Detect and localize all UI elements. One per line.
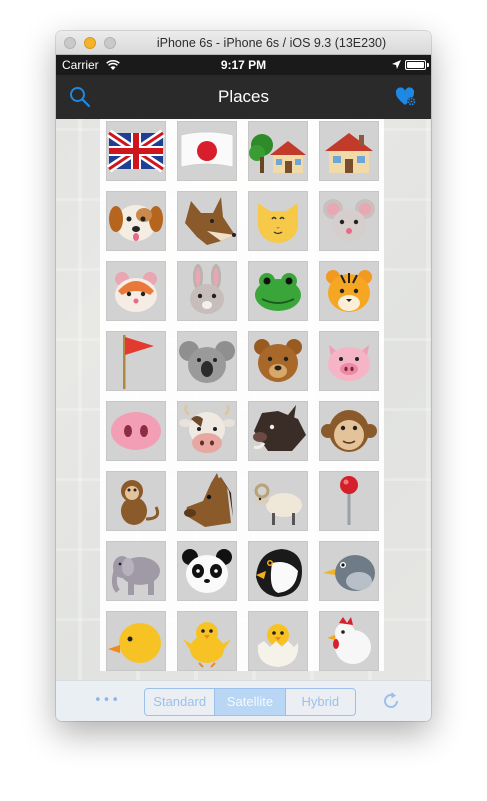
place-tile-koala-face[interactable] <box>177 331 237 391</box>
battery-level <box>407 62 424 68</box>
place-tile-dog-face[interactable] <box>106 191 166 251</box>
place-tile-cat-face[interactable] <box>248 191 308 251</box>
japan-flag-icon <box>180 131 234 168</box>
minimize-button[interactable] <box>84 37 96 49</box>
penguin-icon <box>256 549 302 597</box>
cat-face-icon <box>258 203 298 243</box>
place-tile-elephant[interactable] <box>106 541 166 601</box>
place-tile-hamster-face[interactable] <box>106 261 166 321</box>
place-tile-bird[interactable] <box>319 541 379 601</box>
status-time: 9:17 PM <box>220 58 267 72</box>
elephant-icon <box>111 556 160 595</box>
monkey-icon <box>121 480 160 525</box>
place-tile-penguin[interactable] <box>248 541 308 601</box>
place-tile-monkey-face[interactable] <box>319 401 379 461</box>
bear-face-icon <box>254 339 302 382</box>
place-tile-front-facing-chick[interactable] <box>177 611 237 671</box>
page-title: Places <box>217 87 270 106</box>
place-tile-house[interactable] <box>319 121 379 181</box>
close-button[interactable] <box>64 37 76 49</box>
dog-face-icon <box>109 205 163 241</box>
map-type-segmented-control: Standard Satellite Hybrid <box>144 688 356 716</box>
baby-chick-icon <box>108 623 161 663</box>
place-tile-mouse-face[interactable] <box>319 191 379 251</box>
map-type-standard[interactable]: Standard <box>145 689 216 715</box>
refresh-icon[interactable] <box>381 691 401 711</box>
koala-face-icon <box>179 341 235 383</box>
map-toolbar: ••• Standard Satellite Hybrid <box>56 680 431 721</box>
place-tile-rabbit-face[interactable] <box>177 261 237 321</box>
bird-icon <box>323 555 375 591</box>
house-with-garden-icon <box>249 134 306 173</box>
ram-icon <box>254 483 302 525</box>
monkey-face-icon <box>321 410 377 452</box>
place-tile-round-pushpin[interactable] <box>319 471 379 531</box>
place-tile-japan-flag[interactable] <box>177 121 237 181</box>
place-tile-baby-chick[interactable] <box>106 611 166 671</box>
place-tile-wolf-face[interactable] <box>177 191 237 251</box>
place-tile-hatching-chick[interactable] <box>248 611 308 671</box>
places-grid <box>100 119 384 671</box>
place-tile-monkey[interactable] <box>106 471 166 531</box>
place-tile-tiger-face[interactable] <box>319 261 379 321</box>
device-screen: Carrier 9:17 PM Places ••• Standard Sate… <box>56 55 431 721</box>
window-title: iPhone 6s - iPhone 6s / iOS 9.3 (13E230) <box>156 36 387 50</box>
place-tile-triangular-flag[interactable] <box>106 331 166 391</box>
place-tile-pig-nose[interactable] <box>106 401 166 461</box>
more-button[interactable]: ••• <box>94 693 119 711</box>
pig-nose-icon <box>111 412 161 450</box>
status-bar: Carrier 9:17 PM <box>56 55 431 75</box>
battery-icon <box>405 60 429 70</box>
horse-face-icon <box>184 473 233 527</box>
place-tile-pig-face[interactable] <box>319 331 379 391</box>
place-tile-boar[interactable] <box>248 401 308 461</box>
simulator-window: iPhone 6s - iPhone 6s / iOS 9.3 (13E230)… <box>56 31 431 721</box>
triangular-flag-icon <box>123 335 154 389</box>
rabbit-face-icon <box>190 264 224 314</box>
uk-flag-icon <box>106 129 166 173</box>
heart-gear-icon[interactable] <box>395 86 417 108</box>
place-tile-uk-flag[interactable] <box>106 121 166 181</box>
front-facing-chick-icon <box>183 622 231 668</box>
place-tile-frog-face[interactable] <box>248 261 308 321</box>
pig-face-icon <box>328 345 370 381</box>
place-tile-bear-face[interactable] <box>248 331 308 391</box>
mouse-face-icon <box>323 199 375 241</box>
rooster-icon <box>327 617 371 664</box>
location-arrow-icon <box>392 60 401 69</box>
panda-face-icon <box>182 549 232 593</box>
house-icon <box>325 133 373 173</box>
map-type-hybrid[interactable]: Hybrid <box>286 689 355 715</box>
hamster-face-icon <box>115 272 157 312</box>
hatching-chick-icon <box>257 624 299 667</box>
place-tile-cow-face[interactable] <box>177 401 237 461</box>
window-titlebar: iPhone 6s - iPhone 6s / iOS 9.3 (13E230) <box>56 31 431 55</box>
place-tile-panda-face[interactable] <box>177 541 237 601</box>
zoom-button[interactable] <box>104 37 116 49</box>
tiger-face-icon <box>326 270 372 312</box>
place-tile-ram[interactable] <box>248 471 308 531</box>
place-tile-horse-face[interactable] <box>177 471 237 531</box>
boar-icon <box>253 405 306 451</box>
round-pushpin-icon <box>340 476 358 525</box>
wolf-face-icon <box>185 197 236 245</box>
cow-face-icon <box>179 403 235 453</box>
frog-face-icon <box>255 273 301 311</box>
map-type-satellite[interactable]: Satellite <box>215 689 286 715</box>
navigation-bar: Places <box>56 75 431 119</box>
place-tile-rooster[interactable] <box>319 611 379 671</box>
place-tile-house-with-garden[interactable] <box>248 121 308 181</box>
